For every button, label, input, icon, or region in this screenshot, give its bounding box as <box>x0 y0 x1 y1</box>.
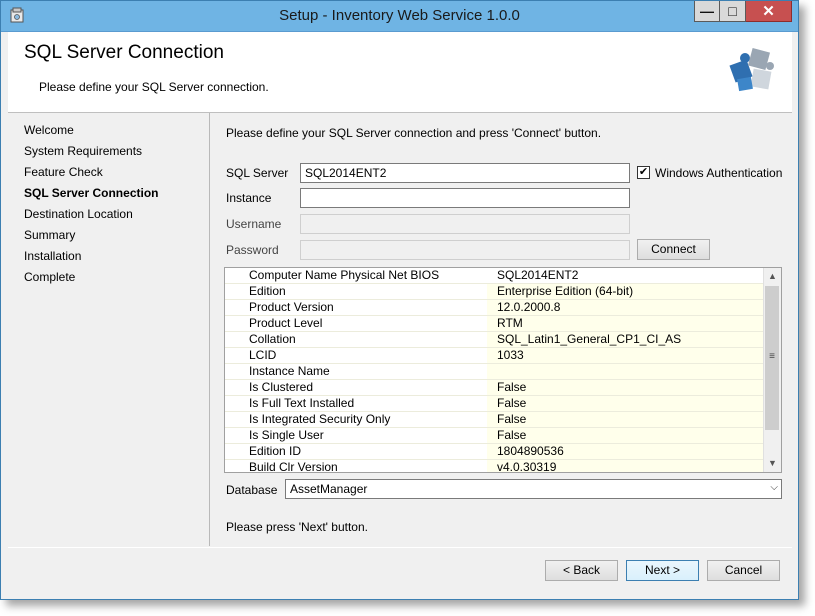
sidebar-item-sql-server-connection: SQL Server Connection <box>24 186 159 200</box>
table-row[interactable]: Product Level RTM <box>225 316 764 332</box>
next-button[interactable]: Next > <box>626 560 699 581</box>
property-name: Product Level <box>225 316 487 331</box>
minimize-button[interactable]: — <box>694 1 720 22</box>
table-row[interactable]: Edition Enterprise Edition (64-bit) <box>225 284 764 300</box>
property-name: Edition <box>225 284 487 299</box>
cancel-button[interactable]: Cancel <box>707 560 780 581</box>
chevron-down-icon: ⌵ <box>770 482 778 493</box>
sidebar-item-summary: Summary <box>24 228 76 242</box>
property-value: False <box>487 428 764 443</box>
table-row[interactable]: Is Integrated Security Only False <box>225 412 764 428</box>
database-select[interactable]: AssetManager ⌵ <box>285 479 782 499</box>
property-name: Is Integrated Security Only <box>225 412 487 427</box>
next-hint-text: Please press 'Next' button. <box>226 520 368 534</box>
property-name: Collation <box>225 332 487 347</box>
property-value: RTM <box>487 316 764 331</box>
sidebar-item-installation: Installation <box>24 249 82 263</box>
property-value: SQL_Latin1_General_CP1_CI_AS <box>487 332 764 347</box>
table-row[interactable]: Build Clr Version v4.0.30319 <box>225 460 764 472</box>
property-value: False <box>487 380 764 395</box>
table-row[interactable]: Instance Name <box>225 364 764 380</box>
property-value: False <box>487 396 764 411</box>
property-value: SQL2014ENT2 <box>487 268 764 283</box>
main-content: Please define your SQL Server connection… <box>210 113 792 546</box>
connect-button[interactable]: Connect <box>637 239 710 260</box>
page-subtitle: Please define your SQL Server connection… <box>39 80 269 94</box>
maximize-icon: □ <box>728 3 737 19</box>
property-name: Edition ID <box>225 444 487 459</box>
table-row[interactable]: Is Full Text Installed False <box>225 396 764 412</box>
close-icon: ✕ <box>762 3 775 20</box>
property-value: 12.0.2000.8 <box>487 300 764 315</box>
username-label: Username <box>226 217 282 231</box>
password-input[interactable] <box>300 240 630 260</box>
back-button[interactable]: < Back <box>545 560 618 581</box>
sidebar-item-welcome: Welcome <box>24 123 74 137</box>
wizard-header: SQL Server Connection Please define your… <box>8 32 792 113</box>
table-row[interactable]: Product Version 12.0.2000.8 <box>225 300 764 316</box>
scroll-down-arrow-icon[interactable]: ▼ <box>764 455 781 472</box>
property-value: 1033 <box>487 348 764 363</box>
properties-rows: Computer Name Physical Net BIOS SQL2014E… <box>225 268 764 472</box>
scroll-grip-icon: ≡ <box>769 351 775 362</box>
property-value <box>487 364 764 379</box>
scroll-up-arrow-icon[interactable]: ▲ <box>764 268 781 285</box>
property-value: Enterprise Edition (64-bit) <box>487 284 764 299</box>
sidebar-item-feature-check: Feature Check <box>24 165 103 179</box>
username-input[interactable] <box>300 214 630 234</box>
table-row[interactable]: Is Single User False <box>225 428 764 444</box>
window-title: Setup - Inventory Web Service 1.0.0 <box>279 7 520 24</box>
property-name: Is Single User <box>225 428 487 443</box>
database-label: Database <box>226 483 278 497</box>
instance-label: Instance <box>226 191 272 205</box>
property-name: Is Full Text Installed <box>225 396 487 411</box>
sidebar-item-destination-location: Destination Location <box>24 207 133 221</box>
setup-window: Setup - Inventory Web Service 1.0.0 — □ … <box>0 0 799 600</box>
instance-input[interactable] <box>300 188 630 208</box>
property-name: Product Version <box>225 300 487 315</box>
windows-auth-label: Windows Authentication <box>655 166 783 180</box>
property-name: Instance Name <box>225 364 487 379</box>
table-row[interactable]: Collation SQL_Latin1_General_CP1_CI_AS <box>225 332 764 348</box>
server-properties-grid[interactable]: Computer Name Physical Net BIOS SQL2014E… <box>224 267 782 473</box>
property-name: Build Clr Version <box>225 460 487 472</box>
minimize-icon: — <box>700 3 714 19</box>
windows-auth-checkbox[interactable]: ✔ <box>637 166 650 179</box>
caption-buttons: — □ ✕ <box>694 1 792 22</box>
property-name: LCID <box>225 348 487 363</box>
table-row[interactable]: Is Clustered False <box>225 380 764 396</box>
property-name: Computer Name Physical Net BIOS <box>225 268 487 283</box>
property-name: Is Clustered <box>225 380 487 395</box>
puzzle-icon <box>729 47 774 92</box>
database-value: AssetManager <box>290 482 368 496</box>
table-row[interactable]: Edition ID 1804890536 <box>225 444 764 460</box>
sidebar-item-complete: Complete <box>24 270 76 284</box>
wizard-footer: < Back Next > Cancel <box>8 547 792 596</box>
title-bar[interactable]: Setup - Inventory Web Service 1.0.0 — □ … <box>1 1 798 32</box>
close-button[interactable]: ✕ <box>746 1 792 22</box>
instruction-text: Please define your SQL Server connection… <box>226 126 602 140</box>
property-value: False <box>487 412 764 427</box>
maximize-button[interactable]: □ <box>720 1 746 22</box>
sidebar-item-system-requirements: System Requirements <box>24 144 143 158</box>
property-value: v4.0.30319 <box>487 460 764 472</box>
table-row[interactable]: LCID 1033 <box>225 348 764 364</box>
page-title: SQL Server Connection <box>24 42 224 63</box>
property-value: 1804890536 <box>487 444 764 459</box>
password-label: Password <box>226 243 279 257</box>
sql-server-input[interactable]: SQL2014ENT2 <box>300 163 630 183</box>
table-row[interactable]: Computer Name Physical Net BIOS SQL2014E… <box>225 268 764 284</box>
scrollbar-thumb[interactable]: ≡ <box>765 286 779 430</box>
properties-scrollbar[interactable]: ▲ ≡ ▼ <box>763 268 781 472</box>
sql-server-label: SQL Server <box>226 166 289 180</box>
wizard-steps-sidebar: Welcome System Requirements Feature Chec… <box>8 113 210 546</box>
